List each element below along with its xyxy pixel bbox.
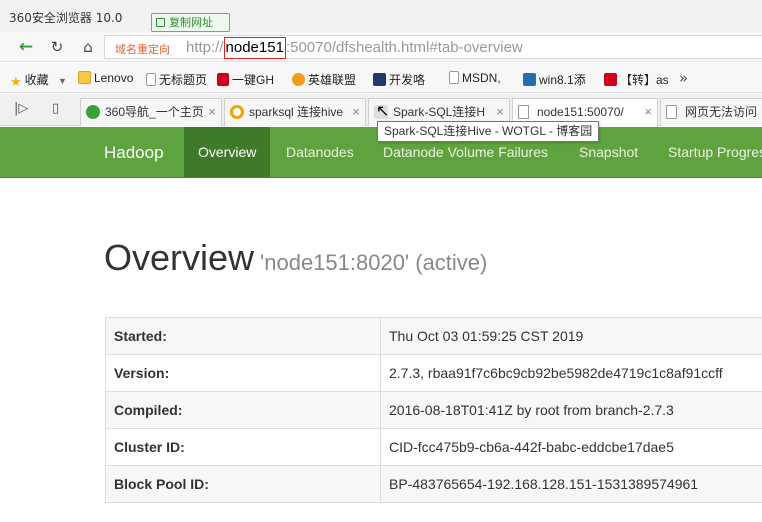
overview-heading: Overview xyxy=(104,237,255,278)
overview-table: Started: Thu Oct 03 01:59:25 CST 2019 Ve… xyxy=(105,317,762,503)
chevron-down-icon: ▼ xyxy=(58,76,67,86)
tab-label: sparksql 连接hive xyxy=(249,105,344,119)
page-icon xyxy=(666,105,677,119)
row-key: Cluster ID: xyxy=(105,428,381,466)
copy-url-button[interactable]: 复制网址 xyxy=(151,13,230,32)
site-icon xyxy=(604,73,617,86)
bookmark-favorites[interactable]: ★ 收藏 ▼ xyxy=(10,71,67,89)
tab-label: 360导航_一个主页 xyxy=(105,105,204,119)
url-host-highlight: node151 xyxy=(223,37,286,59)
bookmark-label: MSDN, xyxy=(462,71,501,85)
search-icon xyxy=(230,105,244,119)
home-icon[interactable]: ⌂ xyxy=(78,37,98,57)
table-row: Version: 2.7.3, rbaa91f7c6bc9cb92be5982d… xyxy=(105,354,762,392)
copy-icon xyxy=(156,18,165,27)
bookmark-lol[interactable]: 英雄联盟 xyxy=(292,71,356,88)
row-key: Started: xyxy=(105,317,381,355)
bookmark-label: 收藏 xyxy=(24,73,49,87)
address-bar[interactable]: 域名重定向 http://node151:50070/dfshealth.htm… xyxy=(104,35,762,59)
bookmark-win81[interactable]: win8.1添 xyxy=(523,71,586,88)
row-key: Block Pool ID: xyxy=(105,465,381,503)
table-row: Cluster ID: CID-fcc475b9-cb6a-442f-babc-… xyxy=(105,428,762,466)
bookmark-label: win8.1添 xyxy=(539,73,586,87)
row-value: 2.7.3, rbaa91f7c6bc9cb92be5982de4719c1c8… xyxy=(380,354,762,392)
bookmark-label: 【转】as xyxy=(620,73,669,87)
nav-overview[interactable]: Overview xyxy=(184,127,271,177)
url-prefix: http:// xyxy=(186,39,224,56)
app-title: 360安全浏览器 10.0 xyxy=(9,11,123,25)
bookmark-label: 无标题页 xyxy=(159,73,208,87)
browser-titlebar: 360安全浏览器 10.0 复制网址 xyxy=(0,0,762,32)
bookmark-repost[interactable]: 【转】as xyxy=(604,71,669,88)
tab-label: 网页无法访问 xyxy=(685,105,758,119)
bookmark-label: Lenovo xyxy=(94,71,134,85)
namenode-subtitle: 'node151:8020' (active) xyxy=(260,250,488,275)
nav-datanodes[interactable]: Datanodes xyxy=(286,127,354,177)
url-path: :50070/dfshealth.html#tab-overview xyxy=(285,39,523,56)
folder-icon xyxy=(78,71,91,84)
bookmark-gh[interactable]: 一键GH xyxy=(217,71,274,88)
table-row: Block Pool ID: BP-483765654-192.168.128.… xyxy=(105,465,762,503)
bookmark-label: 一键GH xyxy=(232,73,275,87)
nav-startup-progress[interactable]: Startup Progress xyxy=(668,127,762,177)
bookmarks-bar: ★ 收藏 ▼ Lenovo 无标题页 一键GH 英雄联盟 开发咯 MSDN, wi… xyxy=(0,63,762,93)
page-icon xyxy=(449,71,459,84)
phone-icon[interactable]: ▯ xyxy=(52,101,59,116)
site-icon xyxy=(217,73,229,86)
row-value: Thu Oct 03 01:59:25 CST 2019 xyxy=(380,317,762,355)
close-icon[interactable]: × xyxy=(641,99,652,125)
hadoop-brand[interactable]: Hadoop xyxy=(104,143,164,163)
site-icon xyxy=(523,73,536,86)
bookmark-label: 开发咯 xyxy=(389,73,426,87)
back-arrow-icon[interactable]: ← xyxy=(16,37,36,57)
row-value: 2016-08-18T01:41Z by root from branch-2.… xyxy=(380,391,762,429)
page-icon xyxy=(518,105,529,119)
site-icon xyxy=(373,73,386,86)
star-icon: ★ xyxy=(10,74,22,89)
tab-tooltip: Spark-SQL连接Hive - WOTGL - 博客园 xyxy=(377,121,600,142)
bookmark-msdn[interactable]: MSDN, xyxy=(449,71,501,85)
360-icon xyxy=(86,105,100,119)
row-value: BP-483765654-192.168.128.151-15313895749… xyxy=(380,465,762,503)
tab-page-unreachable[interactable]: 网页无法访问 xyxy=(660,98,762,126)
bookmark-untitled[interactable]: 无标题页 xyxy=(146,71,207,88)
mouse-cursor-icon: ↖ xyxy=(376,101,390,120)
tab-360-nav[interactable]: 360导航_一个主页 × xyxy=(80,98,222,126)
page-icon xyxy=(146,73,156,86)
bookmark-dev[interactable]: 开发咯 xyxy=(373,71,425,88)
sidebar-toggle-icon[interactable]: |▷ xyxy=(14,101,28,116)
redirect-tag[interactable]: 域名重定向 xyxy=(115,41,170,57)
reload-icon[interactable]: ↻ xyxy=(47,37,67,57)
row-value: CID-fcc475b9-cb6a-442f-babc-eddcbe17dae5 xyxy=(380,428,762,466)
close-icon[interactable]: × xyxy=(349,99,360,125)
game-icon xyxy=(292,73,305,86)
bookmark-label: 英雄联盟 xyxy=(308,73,357,87)
tab-sparksql[interactable]: sparksql 连接hive × xyxy=(224,98,366,126)
bookmark-lenovo[interactable]: Lenovo xyxy=(78,71,133,85)
tab-label: node151:50070/ xyxy=(537,105,624,119)
close-icon[interactable]: × xyxy=(205,99,216,125)
url-text[interactable]: http://node151:50070/dfshealth.html#tab-… xyxy=(186,37,523,59)
copy-url-label: 复制网址 xyxy=(169,16,213,29)
table-row: Compiled: 2016-08-18T01:41Z by root from… xyxy=(105,391,762,429)
row-key: Compiled: xyxy=(105,391,381,429)
page-title: Overview'node151:8020' (active) xyxy=(104,237,487,279)
row-key: Version: xyxy=(105,354,381,392)
more-bookmarks-icon[interactable]: » xyxy=(679,69,688,87)
navigation-bar: ← ↻ ⌂ 域名重定向 http://node151:50070/dfsheal… xyxy=(0,32,762,62)
tab-label: Spark-SQL连接H xyxy=(393,105,486,119)
table-row: Started: Thu Oct 03 01:59:25 CST 2019 xyxy=(105,317,762,355)
